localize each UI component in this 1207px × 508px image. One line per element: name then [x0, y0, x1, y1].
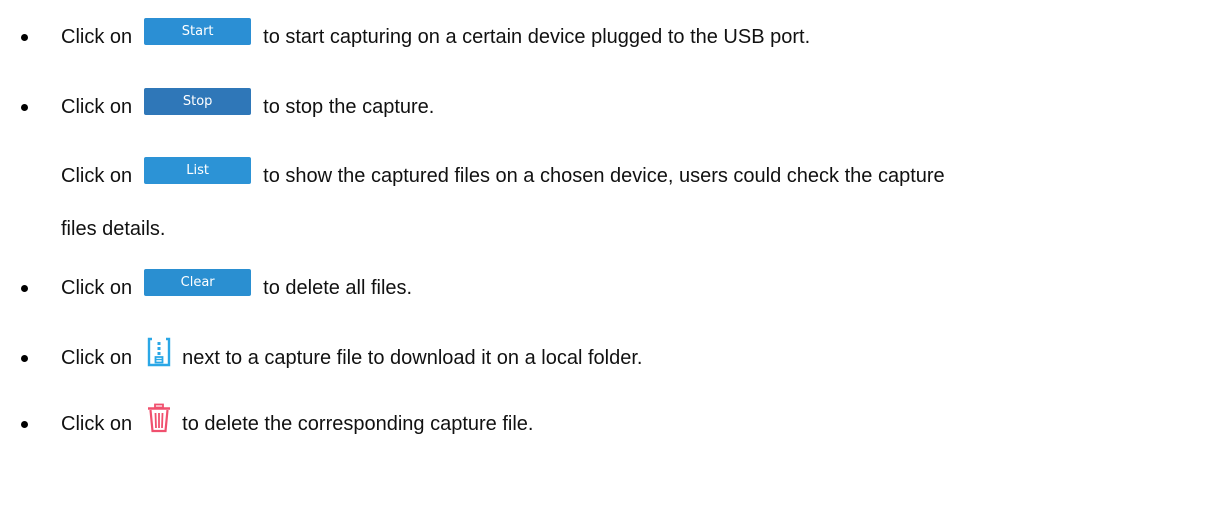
bullet-dot — [21, 33, 28, 41]
item-prefix: Click on — [61, 164, 133, 187]
item-suffix: next to a capture file to download it on… — [182, 346, 643, 369]
item-prefix: Click on — [61, 412, 133, 435]
stop-button[interactable]: Stop — [144, 87, 252, 115]
item-suffix: to show the captured files on a chosen d… — [263, 164, 945, 187]
item-suffix: to delete all files. — [263, 276, 413, 299]
bullet-dot — [21, 354, 28, 362]
item-prefix: Click on — [61, 25, 133, 48]
trash-icon[interactable] — [144, 402, 174, 434]
bullet-dot — [21, 284, 28, 292]
bullet-dot — [21, 420, 28, 428]
item-suffix: to stop the capture. — [263, 95, 435, 118]
item-prefix: Click on — [61, 346, 133, 369]
clear-button[interactable]: Clear — [144, 268, 252, 296]
start-button[interactable]: Start — [144, 17, 252, 45]
list-button[interactable]: List — [144, 156, 252, 184]
download-file-icon[interactable] — [144, 336, 174, 368]
bullet-dot — [21, 103, 28, 111]
item-continuation: files details. — [61, 217, 166, 240]
item-suffix: to start capturing on a certain device p… — [263, 25, 811, 48]
item-prefix: Click on — [61, 95, 133, 118]
item-prefix: Click on — [61, 276, 133, 299]
item-suffix: to delete the corresponding capture file… — [182, 412, 534, 435]
